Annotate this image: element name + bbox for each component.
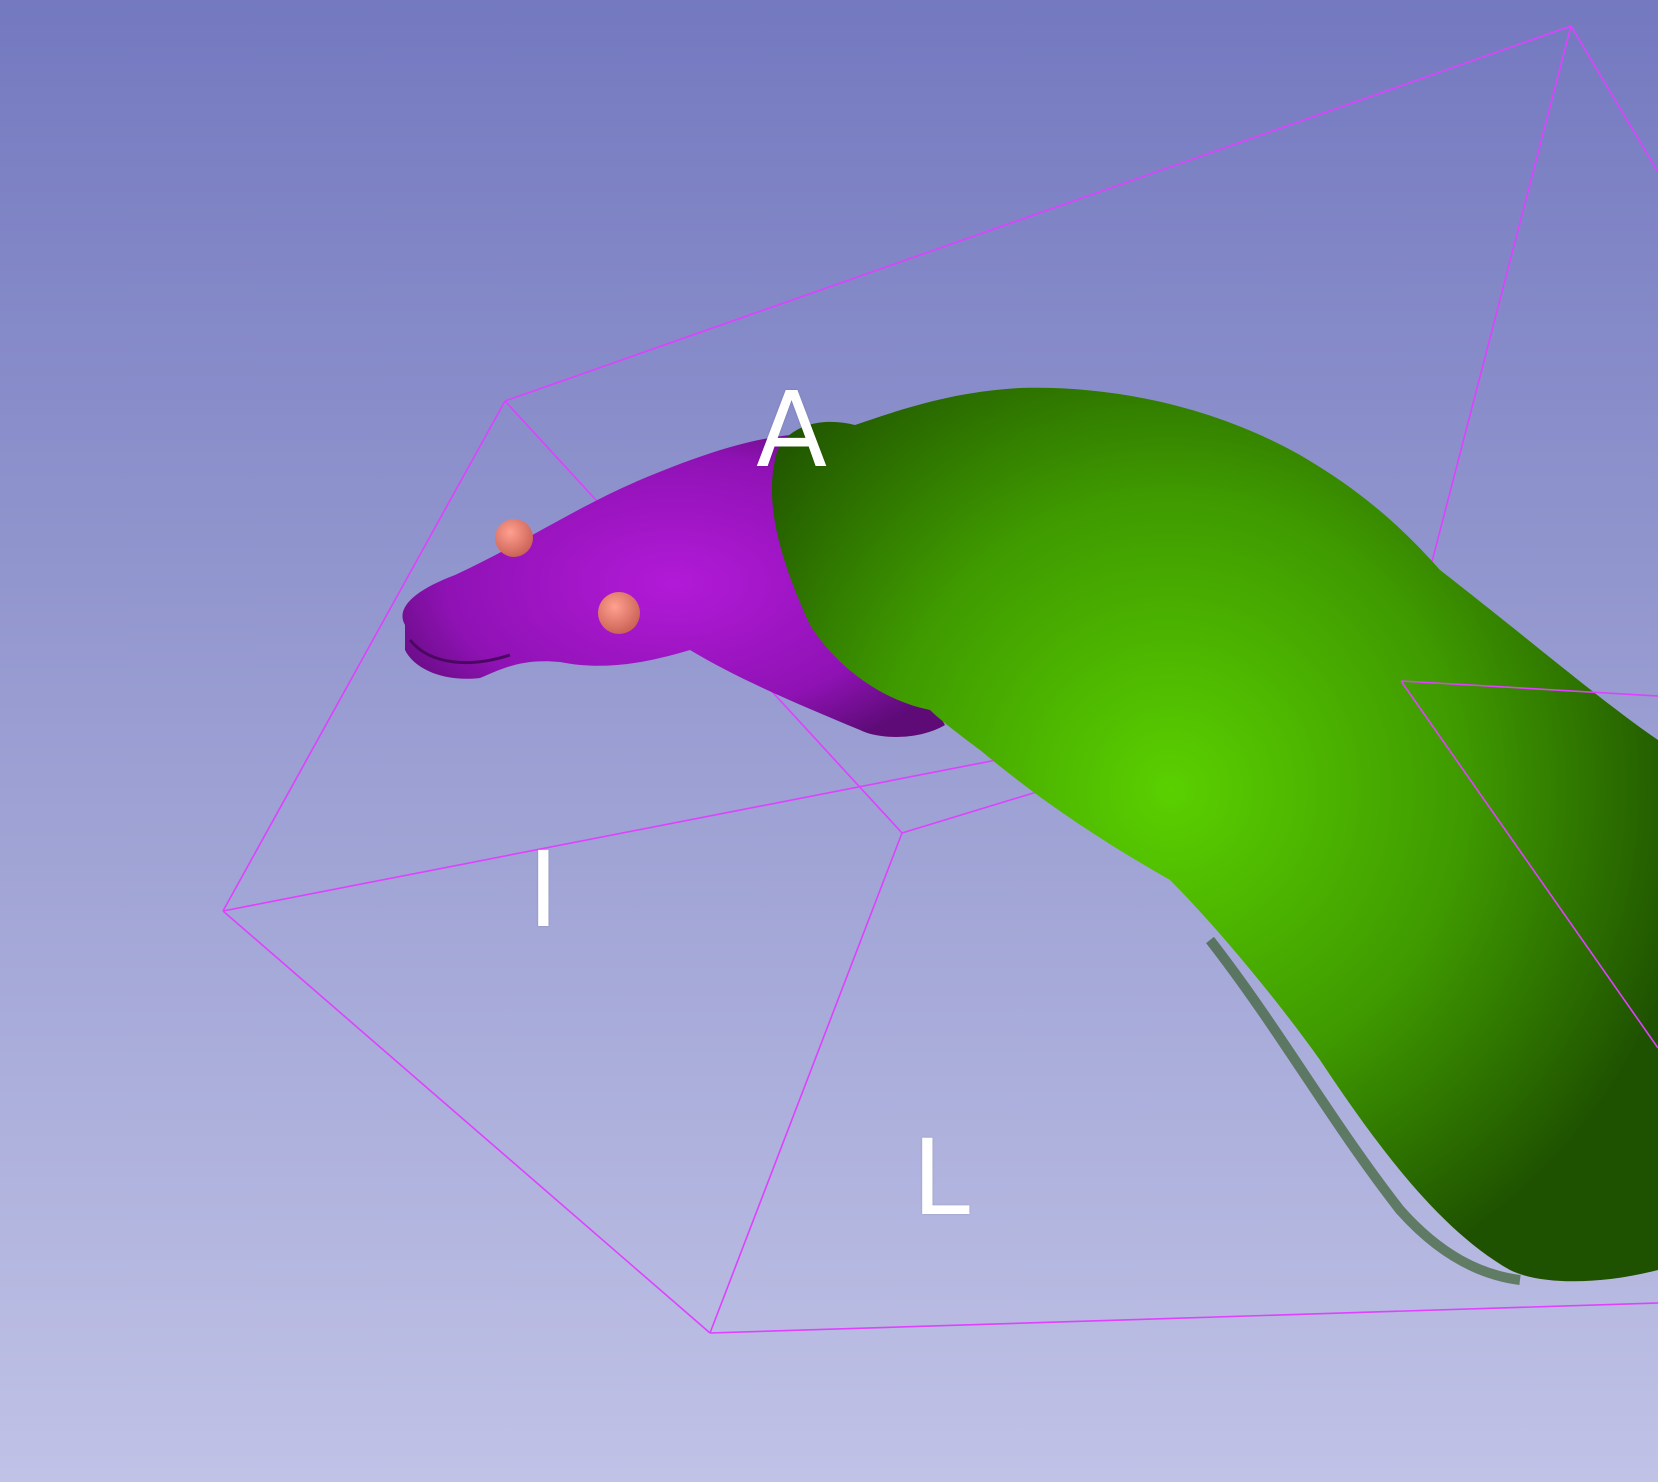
fiducial-marker[interactable] [598,592,640,634]
scene-canvas[interactable] [0,0,1658,1482]
fiducial-marker[interactable] [495,519,533,557]
green-model[interactable] [771,387,1658,1285]
orientation-label-inferior: I [528,829,559,951]
3d-viewport[interactable]: A I L [0,0,1658,1482]
orientation-label-left: L [912,1117,970,1239]
orientation-label-anterior: A [756,369,828,491]
